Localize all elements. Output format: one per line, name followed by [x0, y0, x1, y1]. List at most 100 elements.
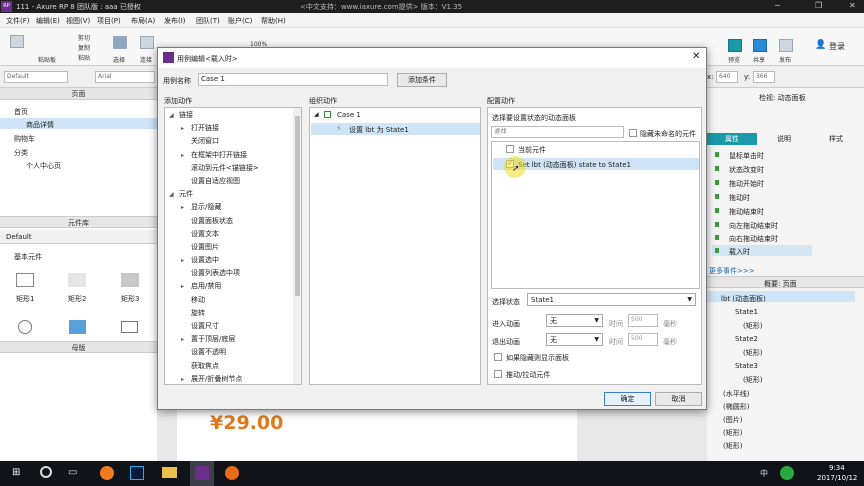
action-item[interactable]: ▸ 设置选中 — [165, 254, 291, 267]
action-item[interactable]: ▸ 在框架中打开链接 — [165, 149, 291, 162]
action-item[interactable]: ▸ 置于顶层/底层 — [165, 333, 291, 346]
font-select[interactable]: Arial — [95, 71, 155, 83]
page-item[interactable]: 商品详情 — [26, 120, 54, 130]
outline-item[interactable]: (水平线) — [723, 389, 749, 399]
tab-properties[interactable]: 属性 — [707, 133, 757, 145]
windows-start-icon[interactable]: ⊞ — [12, 467, 20, 478]
action-item[interactable]: 滚动到元件<锚链接> — [165, 162, 291, 175]
outline-item[interactable]: State2 — [735, 335, 758, 343]
outline-item[interactable]: (椭圆形) — [723, 402, 749, 412]
action-item[interactable]: 设置图片 — [165, 241, 291, 254]
add-condition-button[interactable]: 添加条件 — [397, 73, 447, 87]
menu-view[interactable]: 视图(V) — [66, 16, 90, 26]
page-item[interactable]: 首页 — [14, 107, 28, 117]
image-widget[interactable] — [69, 320, 86, 334]
preview-icon[interactable] — [728, 39, 742, 52]
ok-button[interactable]: 确定 — [604, 392, 651, 406]
event-item[interactable]: 载入时 — [729, 247, 750, 257]
event-item[interactable]: 向右拖动结束时 — [729, 234, 778, 244]
axure-app-icon[interactable] — [195, 466, 209, 480]
action-item[interactable]: 旋转 — [165, 307, 291, 320]
action-group[interactable]: ◢ 元件 — [165, 188, 291, 201]
menu-account[interactable]: 账户(C) — [228, 16, 252, 26]
outline-item[interactable]: State3 — [735, 362, 758, 370]
event-item[interactable]: 向左拖动结束时 — [729, 221, 778, 231]
action-item[interactable]: 设置文本 — [165, 228, 291, 241]
current-widget-checkbox[interactable] — [506, 145, 514, 153]
collapse-icon[interactable]: ◢ — [169, 109, 174, 122]
event-item-selected[interactable] — [712, 245, 812, 256]
push-widgets-checkbox[interactable] — [494, 370, 502, 378]
expand-icon[interactable]: ▸ — [181, 149, 184, 162]
event-item[interactable]: 拖动开始时 — [729, 179, 764, 189]
file-explorer-icon[interactable] — [162, 467, 177, 478]
exit-time-input[interactable]: 500 — [628, 333, 658, 346]
add-action-tree[interactable]: ◢ 链接 ▸ 打开链接 关闭窗口 ▸ 在框架中打开链接 滚动到元件<锚链接> 设置自适应视图 ◢ 元… — [164, 107, 302, 385]
cancel-button[interactable]: 取消 — [655, 392, 702, 406]
clock-date[interactable]: 2017/10/12 — [817, 474, 857, 482]
action-item[interactable]: ▸ 打开链接 — [165, 122, 291, 135]
y-field[interactable]: 366 — [753, 71, 775, 83]
show-if-hidden-checkbox[interactable] — [494, 353, 502, 361]
enter-time-input[interactable]: 500 — [628, 314, 658, 327]
user-icon[interactable]: 👤 — [815, 40, 826, 50]
rectangle-widget[interactable] — [121, 273, 139, 287]
tab-style[interactable]: 样式 — [811, 133, 861, 145]
expand-icon[interactable]: ▸ — [181, 280, 184, 293]
action-group[interactable]: ◢ 链接 — [165, 109, 291, 122]
action-item[interactable]: 移动 — [165, 294, 291, 307]
search-icon[interactable] — [40, 466, 52, 478]
photoshop-app-icon[interactable] — [130, 466, 144, 480]
panel-list[interactable]: 当前元件 ✓ Set lbt (动态面板) state to State1 ➚ — [491, 141, 700, 289]
event-item[interactable]: 拖动结束时 — [729, 207, 764, 217]
action-item[interactable]: 设置面板状态 — [165, 215, 291, 228]
case-name-input[interactable]: Case 1 — [198, 73, 388, 86]
x-field[interactable]: 640 — [716, 71, 738, 83]
connect-icon[interactable] — [140, 36, 154, 49]
tab-notes[interactable]: 说明 — [759, 133, 809, 145]
expand-icon[interactable]: ▸ — [181, 333, 184, 346]
set-lbt-item[interactable]: Set lbt (动态面板) state to State1 — [518, 160, 631, 170]
price-text[interactable]: ¥29.00 — [210, 412, 283, 434]
menu-help[interactable]: 帮助(H) — [261, 16, 286, 26]
menu-edit[interactable]: 编辑(E) — [36, 16, 60, 26]
page-item-selected[interactable] — [0, 118, 157, 129]
outline-item[interactable]: (矩形) — [743, 375, 762, 385]
close-icon[interactable]: ✕ — [849, 1, 856, 10]
outline-item[interactable]: (矩形) — [743, 348, 762, 358]
login-button[interactable]: 登录 — [829, 41, 845, 52]
library-select[interactable]: Default — [6, 233, 32, 241]
maximize-icon[interactable]: ❐ — [815, 1, 822, 10]
outline-item[interactable]: (矩形) — [723, 428, 742, 438]
outline-item[interactable]: State1 — [735, 308, 758, 316]
expand-icon[interactable]: ▸ — [181, 373, 184, 384]
more-events-link[interactable]: 更多事件>>> — [709, 266, 755, 276]
clock-time[interactable]: 9:34 — [829, 464, 845, 472]
hide-unnamed-checkbox[interactable] — [629, 129, 637, 137]
dialog-close-icon[interactable]: ✕ — [692, 51, 700, 62]
minimize-icon[interactable]: ─ — [775, 1, 780, 10]
menu-file[interactable]: 文件(F) — [6, 16, 30, 26]
search-input[interactable] — [491, 126, 624, 138]
page-item[interactable]: 个人中心页 — [26, 161, 61, 171]
event-item[interactable]: 鼠标单击时 — [729, 151, 764, 161]
action-item[interactable]: ▸ 启用/禁用 — [165, 280, 291, 293]
publish-icon[interactable] — [779, 39, 793, 52]
exit-animation-dropdown[interactable]: 无 ▼ — [546, 333, 603, 346]
action-item[interactable]: 获取焦点 — [165, 360, 291, 373]
task-view-icon[interactable]: ▭ — [68, 467, 77, 478]
action-item[interactable]: 设置不透明 — [165, 346, 291, 359]
select-icon[interactable] — [113, 36, 127, 49]
menu-layout[interactable]: 布局(A) — [131, 16, 155, 26]
collapse-icon[interactable]: ◢ — [314, 111, 319, 118]
paste-button[interactable]: 粘贴 — [78, 53, 90, 62]
action-item[interactable]: ▸ 展开/折叠树节点 — [165, 373, 291, 384]
action-item[interactable]: 关闭窗口 — [165, 135, 291, 148]
organize-action-tree[interactable]: ◢ Case 1 ⚡ 设置 lbt 为 State1 — [309, 107, 481, 385]
tray-app-icon[interactable] — [780, 466, 794, 480]
expand-icon[interactable]: ▸ — [181, 254, 184, 267]
case-item[interactable]: Case 1 — [337, 111, 361, 119]
share-icon[interactable] — [753, 39, 767, 52]
collapse-icon[interactable]: ◢ — [169, 188, 174, 201]
firefox-app-icon[interactable] — [225, 466, 239, 480]
